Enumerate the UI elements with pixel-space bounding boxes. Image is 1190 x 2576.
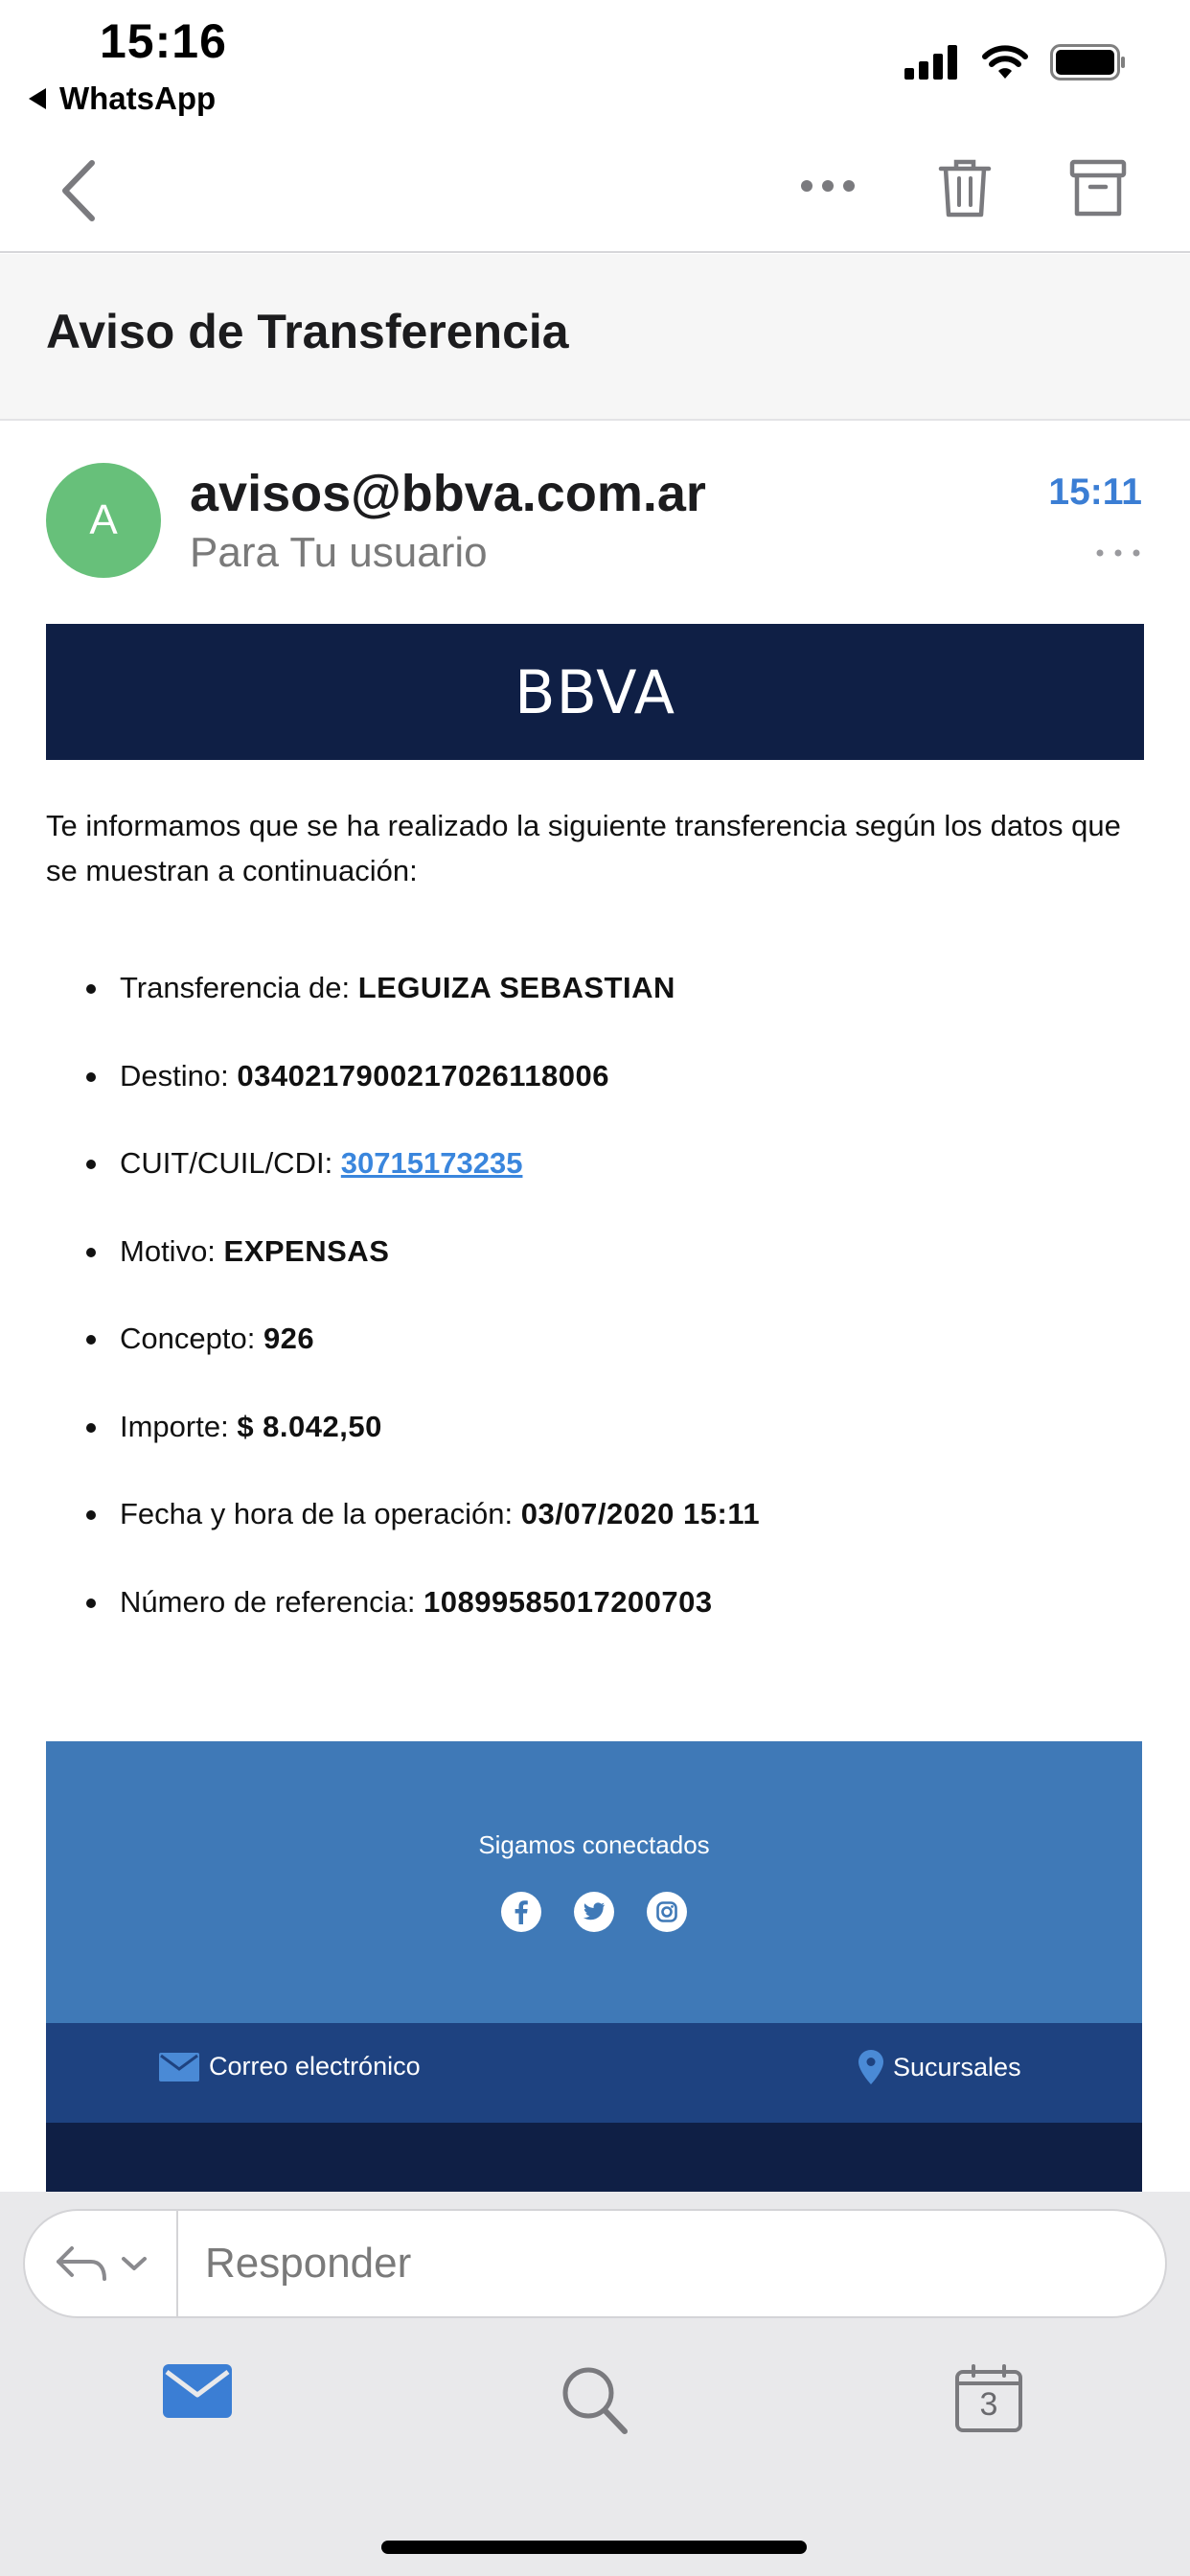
intro-text: Te informamos que se ha realizado la sig… [46,809,1121,887]
mail-toolbar [0,125,1190,253]
instagram-icon[interactable] [645,1890,689,1934]
status-time: 15:16 [100,14,227,68]
detail-label: Concepto: [120,1322,263,1355]
detail-label: Fecha y hora de la operación: [120,1497,521,1530]
mail-tab-icon[interactable] [163,2364,232,2418]
branches-link[interactable]: Sucursales [858,2050,1021,2084]
sender-avatar[interactable]: A [46,463,161,578]
detail-value: EXPENSAS [223,1233,390,1268]
sender-address[interactable]: avisos@bbva.com.ar [190,464,706,523]
envelope-icon [159,2052,199,2082]
list-item: Número de referencia: 10899585017200703 [46,1576,1148,1664]
detail-value: 10899585017200703 [423,1584,713,1619]
detail-value: 03/07/2020 15:11 [520,1497,761,1530]
bbva-banner: BBVA [46,624,1144,760]
trash-icon[interactable] [937,157,993,220]
back-to-app-link[interactable]: WhatsApp [29,80,216,117]
reply-input[interactable]: Responder [205,2240,411,2288]
list-item: Importe: $ 8.042,50 [46,1400,1148,1488]
reply-options-button[interactable] [25,2211,178,2316]
detail-label: CUIT/CUIL/CDI: [120,1146,341,1180]
email-contact-link[interactable]: Correo electrónico [159,2052,421,2082]
detail-label: Motivo: [120,1233,224,1268]
facebook-icon[interactable] [499,1890,543,1934]
footer-bottom-band [46,2123,1142,2192]
detail-value: 926 [263,1322,315,1355]
detail-label: Transferencia de: [120,971,358,1004]
cellular-signal-icon [904,45,957,80]
archive-icon[interactable] [1069,159,1127,218]
more-options-icon[interactable] [799,178,857,194]
list-item: Transferencia de: LEGUIZA SEBASTIAN [46,961,1148,1049]
search-tab-icon[interactable] [560,2364,630,2437]
bottom-bar: Responder 3 [0,2192,1190,2576]
message-more-icon[interactable] [1096,548,1140,558]
calendar-tab[interactable]: 3 [954,2364,1023,2433]
calendar-day: 3 [979,2386,998,2423]
back-chevron-icon[interactable] [59,159,98,222]
subject-header: Aviso de Transferencia [0,254,1190,421]
list-item: Destino: 0340217900217026118006 [46,1049,1148,1138]
reply-arrow-icon [57,2246,106,2281]
detail-value: 0340217900217026118006 [237,1058,609,1092]
detail-label: Destino: [120,1058,238,1092]
wifi-icon [982,45,1028,79]
contact-footer: Correo electrónico Sucursales [46,2023,1142,2123]
email-time: 15:11 [1048,472,1142,513]
bbva-logo: BBVA [514,656,676,727]
detail-value: LEGUIZA SEBASTIAN [357,971,675,1004]
detail-value: $ 8.042,50 [237,1409,382,1443]
battery-icon [1050,44,1125,80]
status-bar: 15:16 WhatsApp [0,0,1190,125]
home-indicator[interactable] [381,2541,807,2554]
social-links [46,1890,1142,1934]
back-triangle-icon [29,88,46,109]
list-item: Fecha y hora de la operación: 03/07/2020… [46,1487,1148,1576]
back-app-label: WhatsApp [59,80,217,116]
chevron-down-icon [122,2257,147,2270]
status-icons [904,44,1127,80]
reply-bar: Responder [23,2209,1167,2318]
cuit-link[interactable]: 30715173235 [341,1146,523,1180]
branches-label: Sucursales [893,2052,1021,2082]
location-pin-icon [858,2050,883,2084]
list-item: Motivo: EXPENSAS [46,1225,1148,1313]
email-subject: Aviso de Transferencia [46,305,569,358]
detail-label: Importe: [120,1409,238,1443]
list-item: CUIT/CUIL/CDI: 30715173235 [46,1137,1148,1225]
follow-text: Sigamos conectados [478,1830,710,1859]
social-footer: Sigamos conectados [46,1741,1142,2023]
detail-label: Número de referencia: [120,1584,424,1619]
list-item: Concepto: 926 [46,1312,1148,1400]
transfer-details: Transferencia de: LEGUIZA SEBASTIAN Dest… [46,961,1148,1663]
twitter-icon[interactable] [572,1890,616,1934]
recipient-line[interactable]: Para Tu usuario [190,529,488,577]
email-contact-label: Correo electrónico [209,2052,421,2081]
